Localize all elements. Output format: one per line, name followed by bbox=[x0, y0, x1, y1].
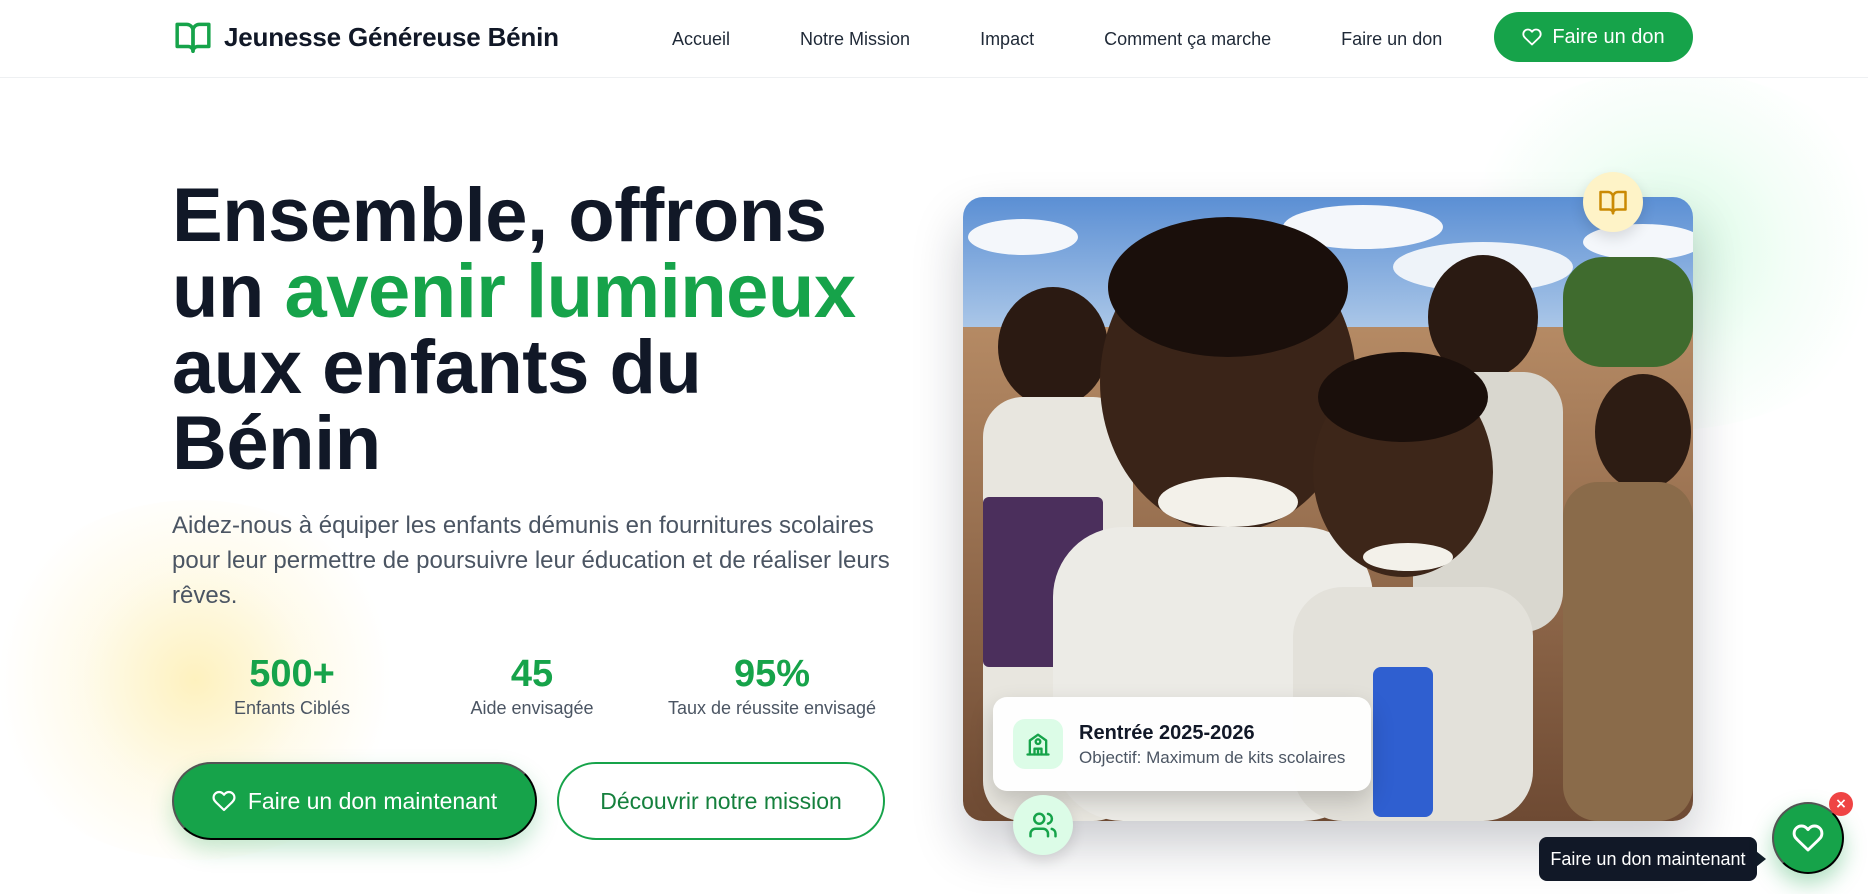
header-donate-button[interactable]: Faire un don bbox=[1494, 12, 1693, 62]
stats-row: 500+ Enfants Ciblés 45 Aide envisagée 95… bbox=[172, 652, 892, 719]
school-year-card: Rentrée 2025-2026 Objectif: Maximum de k… bbox=[993, 697, 1371, 791]
nav-link-impact[interactable]: Impact bbox=[980, 29, 1034, 50]
main-nav: Accueil Notre Mission Impact Comment ça … bbox=[672, 0, 1442, 78]
nav-link-accueil[interactable]: Accueil bbox=[672, 29, 730, 50]
site-header: Jeunesse Généreuse Bénin Accueil Notre M… bbox=[0, 0, 1868, 78]
donate-now-label: Faire un don maintenant bbox=[247, 787, 498, 814]
stat-item: 500+ Enfants Ciblés bbox=[172, 652, 412, 719]
stat-value: 45 bbox=[510, 653, 554, 695]
school-icon bbox=[1026, 733, 1050, 756]
stat-label: Enfants Ciblés bbox=[233, 698, 351, 718]
stat-item: 95% Taux de réussite envisagé bbox=[652, 652, 892, 719]
nav-link-faire-un-don[interactable]: Faire un don bbox=[1341, 29, 1442, 50]
hero-title-line4: Bénin bbox=[172, 401, 381, 486]
school-year-text: Rentrée 2025-2026 Objectif: Maximum de k… bbox=[1079, 720, 1345, 768]
hero-title: Ensemble, offrons un avenir lumineux aux… bbox=[172, 178, 932, 482]
donate-now-button[interactable]: Faire un don maintenant bbox=[172, 762, 537, 840]
nav-link-notre-mission[interactable]: Notre Mission bbox=[800, 29, 910, 50]
school-icon-box bbox=[1013, 719, 1063, 769]
stat-value: 500+ bbox=[249, 653, 335, 695]
header-donate-label: Faire un don bbox=[1552, 25, 1665, 48]
nav-link-comment-ca-marche[interactable]: Comment ça marche bbox=[1104, 29, 1271, 50]
stat-label: Taux de réussite envisagé bbox=[667, 698, 877, 718]
stat-item: 45 Aide envisagée bbox=[412, 652, 652, 719]
hero-title-line1: Ensemble, offrons bbox=[172, 173, 827, 258]
stat-label: Aide envisagée bbox=[470, 698, 594, 718]
book-open-icon bbox=[1599, 190, 1627, 215]
book-badge bbox=[1583, 172, 1643, 232]
hero-title-line2-start: un bbox=[172, 249, 285, 334]
users-badge bbox=[1013, 795, 1073, 855]
heart-icon bbox=[1792, 824, 1824, 852]
close-floating-button[interactable]: × bbox=[1829, 792, 1853, 816]
discover-mission-button[interactable]: Découvrir notre mission bbox=[557, 762, 885, 840]
hero-title-line3: aux enfants du bbox=[172, 325, 702, 410]
school-year-subtitle: Objectif: Maximum de kits scolaires bbox=[1079, 748, 1346, 767]
heart-icon bbox=[212, 790, 236, 812]
brand-name: Jeunesse Généreuse Bénin bbox=[224, 21, 559, 52]
floating-donate-tooltip: Faire un don maintenant bbox=[1539, 837, 1766, 881]
brand-logo[interactable]: Jeunesse Généreuse Bénin bbox=[174, 18, 559, 56]
users-icon bbox=[1029, 812, 1057, 838]
stat-value: 95% bbox=[733, 653, 811, 695]
hero-subtitle: Aidez-nous à équiper les enfants démunis… bbox=[172, 512, 890, 609]
hero-title-accent: avenir lumineux bbox=[284, 249, 856, 334]
heart-icon bbox=[1522, 28, 1542, 46]
book-open-icon bbox=[175, 22, 211, 53]
school-year-title: Rentrée 2025-2026 bbox=[1079, 722, 1255, 744]
